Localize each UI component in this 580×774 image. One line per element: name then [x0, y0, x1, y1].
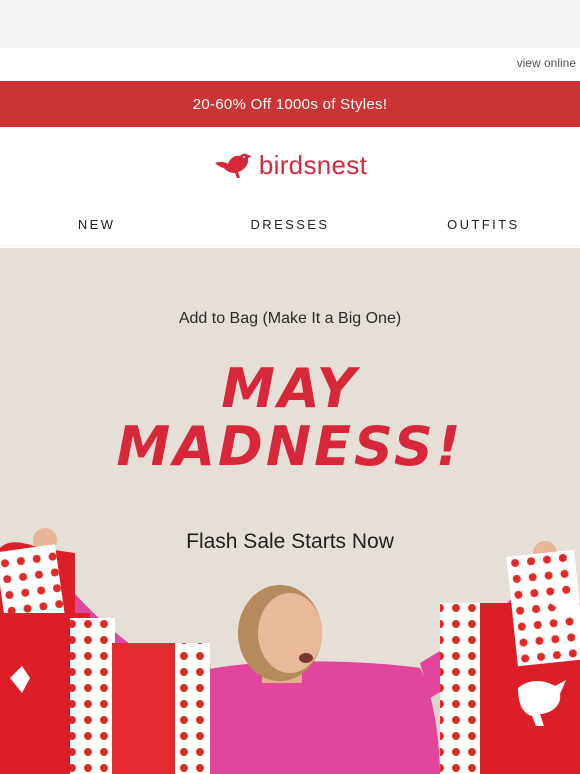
promo-banner[interactable]: 20-60% Off 1000s of Styles!: [0, 81, 580, 127]
hero-subtitle: Flash Sale Starts Now: [186, 530, 394, 553]
hero-eyebrow: Add to Bag (Make It a Big One): [178, 310, 402, 327]
promo-text: 20-60% Off 1000s of Styles!: [192, 95, 388, 113]
hero-title: MAY MADNESS!: [0, 360, 580, 476]
hero-title-line-1: MAY: [221, 357, 359, 420]
email-container: view online 20-60% Off 1000s of Styles! …: [0, 48, 580, 774]
hero-title-line-2: MADNESS!: [116, 415, 464, 478]
main-nav: NEW DRESSES OUTFITS: [0, 203, 580, 246]
view-online-row: view online: [0, 48, 580, 81]
view-online-link[interactable]: view online: [517, 56, 576, 70]
brand-name: birdsnest: [258, 149, 368, 180]
brand-logo[interactable]: birdsnest: [0, 127, 580, 203]
browser-top-gap: [0, 0, 580, 48]
nav-item-new[interactable]: NEW: [0, 217, 193, 232]
nav-item-outfits[interactable]: OUTFITS: [387, 217, 580, 232]
nav-item-dresses[interactable]: DRESSES: [193, 217, 386, 232]
bird-logo-icon: [214, 153, 252, 178]
hero-banner[interactable]: Add to Bag (Make It a Big One) MAY MADNE…: [0, 248, 580, 774]
